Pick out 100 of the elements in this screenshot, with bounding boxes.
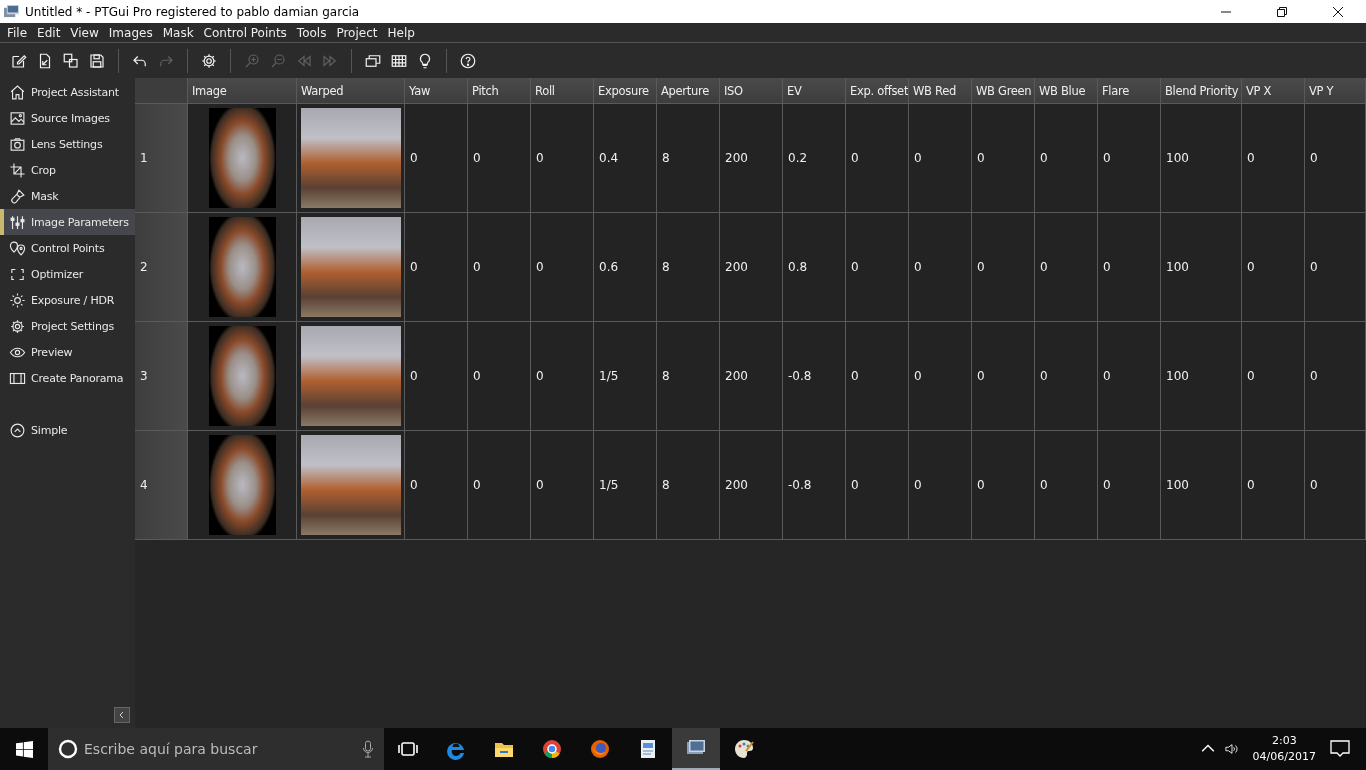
mode-toggle[interactable]: Simple: [0, 417, 135, 443]
menu-item[interactable]: Project: [331, 25, 383, 40]
clock-time: 2:03: [1271, 733, 1297, 749]
camera-icon: [9, 135, 26, 153]
taskbar-app[interactable]: [672, 728, 720, 770]
sidebar-label: Mask: [31, 189, 59, 203]
table-cell: 100: [1161, 213, 1242, 322]
table-cell: 0: [405, 104, 468, 213]
search-field[interactable]: Escribe aquí para buscar: [48, 728, 384, 770]
table-cell: 0: [846, 104, 909, 213]
column-header[interactable]: EV: [783, 78, 846, 104]
sidebar-label: Exposure / HDR: [31, 293, 115, 307]
gear-icon: [9, 317, 26, 335]
sidebar-item[interactable]: Source Images: [0, 105, 135, 131]
sidebar-label: Preview: [31, 345, 73, 359]
column-header[interactable]: WB Red: [909, 78, 972, 104]
column-header[interactable]: Exposure: [594, 78, 657, 104]
sidebar-item[interactable]: Control Points: [0, 235, 135, 261]
collapse-button[interactable]: [114, 707, 130, 723]
sidebar-item[interactable]: Project Settings: [0, 313, 135, 339]
sidebar-item[interactable]: Mask: [0, 183, 135, 209]
sidebar-label: Lens Settings: [31, 137, 103, 151]
sidebar-item[interactable]: Image Parameters: [0, 209, 135, 235]
table-cell: 0: [405, 431, 468, 540]
microphone-icon[interactable]: [362, 740, 374, 758]
table-cell: 0: [1098, 213, 1161, 322]
column-header[interactable]: Flare: [1098, 78, 1161, 104]
corner-header: [135, 78, 188, 104]
sidebar-item[interactable]: Project Assistant: [0, 79, 135, 105]
row-header[interactable]: 3: [135, 322, 188, 431]
menu-item[interactable]: Tools: [291, 25, 332, 40]
table-cell: 0: [1305, 213, 1366, 322]
menu-item[interactable]: Help: [382, 25, 420, 40]
table-cell: 0: [909, 213, 972, 322]
column-header[interactable]: Pitch: [468, 78, 531, 104]
table-cell: 0: [1098, 322, 1161, 431]
table-cell: 8: [657, 104, 720, 213]
menu-item[interactable]: File: [2, 25, 33, 40]
clock-date: 04/06/2017: [1252, 749, 1316, 765]
sidebar-item[interactable]: Exposure / HDR: [0, 287, 135, 313]
table-cell: 0: [972, 431, 1035, 540]
column-header[interactable]: Roll: [531, 78, 594, 104]
row-header[interactable]: 2: [135, 213, 188, 322]
table-cell: 0: [1035, 431, 1098, 540]
table-cell: 8: [657, 431, 720, 540]
table-cell: 0: [909, 104, 972, 213]
table-cell: 200: [720, 322, 783, 431]
row-header[interactable]: 4: [135, 431, 188, 540]
sidebar-item[interactable]: Optimizer: [0, 261, 135, 287]
table-cell: 100: [1161, 322, 1242, 431]
column-header[interactable]: Yaw: [405, 78, 468, 104]
column-header[interactable]: VP Y: [1305, 78, 1366, 104]
column-header[interactable]: Image: [188, 78, 297, 104]
table-cell: 0: [1242, 104, 1305, 213]
column-header[interactable]: VP X: [1242, 78, 1305, 104]
table-cell: 8: [657, 213, 720, 322]
table-cell: 0: [1305, 431, 1366, 540]
table-cell: 0: [531, 104, 594, 213]
menu-item[interactable]: Edit: [32, 25, 66, 40]
app-icon: [732, 737, 756, 761]
row-header[interactable]: 1: [135, 104, 188, 213]
sidebar-item[interactable]: Create Panorama: [0, 365, 135, 391]
table-cell: 0: [531, 322, 594, 431]
table-cell: 100: [1161, 431, 1242, 540]
table-cell: -0.8: [783, 322, 846, 431]
table-cell: 8: [657, 322, 720, 431]
table-cell: 0.4: [594, 104, 657, 213]
table-cell: 100: [1161, 104, 1242, 213]
sidebar-label: Source Images: [31, 111, 110, 125]
sidebar-label: Project Assistant: [31, 85, 119, 99]
search-input[interactable]: Escribe aquí para buscar: [84, 741, 362, 757]
sidebar-item[interactable]: Lens Settings: [0, 131, 135, 157]
app-icon: [588, 737, 612, 761]
close-icon[interactable]: [1333, 6, 1343, 17]
column-header[interactable]: Blend Priority: [1161, 78, 1242, 104]
column-header[interactable]: ISO: [720, 78, 783, 104]
circle-icon: [58, 739, 78, 759]
menu-item[interactable]: Mask: [157, 25, 199, 40]
table-cell: -0.8: [783, 431, 846, 540]
table-cell: 0: [531, 431, 594, 540]
table-cell: 0: [1242, 213, 1305, 322]
sidebar-item[interactable]: Crop: [0, 157, 135, 183]
clock[interactable]: 2:03 04/06/2017: [1252, 733, 1316, 765]
column-header[interactable]: Exp. offset: [846, 78, 909, 104]
restore-icon[interactable]: [1277, 6, 1287, 17]
notification-icon[interactable]: [1330, 740, 1350, 758]
table-cell: 0: [1242, 322, 1305, 431]
menu-item[interactable]: View: [65, 25, 104, 40]
menu-item[interactable]: Control Points: [198, 25, 292, 40]
speaker-icon[interactable]: [1224, 742, 1239, 756]
column-header[interactable]: WB Blue: [1035, 78, 1098, 104]
table-cell: 0: [909, 431, 972, 540]
table-cell: 0: [972, 104, 1035, 213]
table-cell: 0: [1035, 322, 1098, 431]
table-cell: 0: [909, 322, 972, 431]
sidebar-item[interactable]: Preview: [0, 339, 135, 365]
column-header[interactable]: WB Green: [972, 78, 1035, 104]
menu-item[interactable]: Images: [103, 25, 158, 40]
column-header[interactable]: Warped: [297, 78, 405, 104]
column-header[interactable]: Aperture: [657, 78, 720, 104]
